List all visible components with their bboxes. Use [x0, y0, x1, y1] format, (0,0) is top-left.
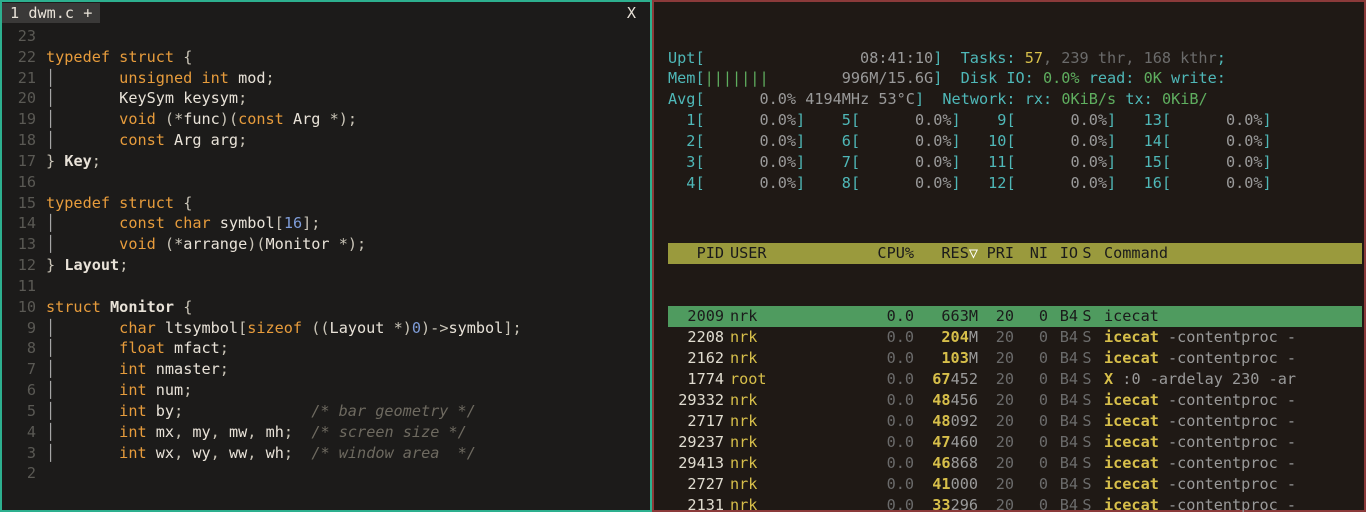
line-number: 19 [2, 109, 46, 130]
line-number: 12 [2, 255, 46, 276]
tab-index: 1 [10, 4, 19, 22]
code-line[interactable]: 9│ char ltsymbol[sizeof ((Layout *)0)->s… [2, 318, 650, 339]
code-text: } Key; [46, 151, 650, 172]
code-line[interactable]: 16 [2, 172, 650, 193]
proc-row[interactable]: 2208nrk0.0204M200B4Sicecat -contentproc … [668, 327, 1362, 348]
line-number: 8 [2, 338, 46, 359]
code-line[interactable]: 23 [2, 26, 650, 47]
line-number: 5 [2, 401, 46, 422]
code-line[interactable]: 5│ int by; /* bar geometry */ [2, 401, 650, 422]
proc-header[interactable]: PIDUSERCPU%RES▽PRINIIOSCommand [668, 243, 1362, 264]
line-number: 21 [2, 68, 46, 89]
proc-row[interactable]: 29237nrk0.047460200B4Sicecat -contentpro… [668, 432, 1362, 453]
tab-modified: + [83, 4, 92, 22]
code-text [46, 26, 650, 47]
code-text: │ float mfact; [46, 338, 650, 359]
proc-row[interactable]: 29332nrk0.048456200B4Sicecat -contentpro… [668, 390, 1362, 411]
code-line[interactable]: 19│ void (*func)(const Arg *); [2, 109, 650, 130]
code-line[interactable]: 7│ int nmaster; [2, 359, 650, 380]
code-text: typedef struct { [46, 47, 650, 68]
code-line[interactable]: 6│ int num; [2, 380, 650, 401]
code-text [46, 172, 650, 193]
code-text: typedef struct { [46, 193, 650, 214]
line-number: 17 [2, 151, 46, 172]
code-line[interactable]: 11 [2, 276, 650, 297]
editor-pane: 1 dwm.c + X 2322typedef struct {21│ unsi… [0, 0, 652, 512]
code-line[interactable]: 21│ unsigned int mod; [2, 68, 650, 89]
code-text: │ int num; [46, 380, 650, 401]
code-text: │ unsigned int mod; [46, 68, 650, 89]
proc-row[interactable]: 2162nrk0.0103M200B4Sicecat -contentproc … [668, 348, 1362, 369]
line-number: 15 [2, 193, 46, 214]
line-number: 22 [2, 47, 46, 68]
line-number: 9 [2, 318, 46, 339]
code-text: │ void (*arrange)(Monitor *); [46, 234, 650, 255]
line-number: 18 [2, 130, 46, 151]
code-line[interactable]: 13│ void (*arrange)(Monitor *); [2, 234, 650, 255]
proc-row[interactable]: 29413nrk0.046868200B4Sicecat -contentpro… [668, 453, 1362, 474]
code-line[interactable]: 4│ int mx, my, mw, mh; /* screen size */ [2, 422, 650, 443]
line-number: 16 [2, 172, 46, 193]
code-line[interactable]: 20│ KeySym keysym; [2, 88, 650, 109]
code-line[interactable]: 14│ const char symbol[16]; [2, 213, 650, 234]
proc-row[interactable]: 2009nrk0.0663M200B4Sicecat [668, 306, 1362, 327]
code-line[interactable]: 22typedef struct { [2, 47, 650, 68]
line-number: 7 [2, 359, 46, 380]
line-number: 11 [2, 276, 46, 297]
proc-row[interactable]: 2727nrk0.041000200B4Sicecat -contentproc… [668, 474, 1362, 495]
line-number: 4 [2, 422, 46, 443]
code-text: │ int nmaster; [46, 359, 650, 380]
line-number: 20 [2, 88, 46, 109]
code-text: } Layout; [46, 255, 650, 276]
meters: Upt[ 08:41:10] Tasks: 57, 239 thr, 168 k… [668, 48, 1362, 194]
code-text [46, 276, 650, 297]
line-number: 3 [2, 443, 46, 464]
proc-list[interactable]: 2009nrk0.0663M200B4Sicecat2208nrk0.0204M… [668, 306, 1362, 512]
close-icon[interactable]: X [627, 3, 636, 24]
proc-row[interactable]: 1774root0.067452200B4SX :0 -ardelay 230 … [668, 369, 1362, 390]
code-text: │ void (*func)(const Arg *); [46, 109, 650, 130]
tab-filename: dwm.c [28, 4, 74, 22]
code-text: │ int wx, wy, ww, wh; /* window area */ [46, 443, 650, 464]
code-line[interactable]: 15typedef struct { [2, 193, 650, 214]
line-number: 13 [2, 234, 46, 255]
code-text: │ const Arg arg; [46, 130, 650, 151]
code-line[interactable]: 8│ float mfact; [2, 338, 650, 359]
tab-file[interactable]: 1 dwm.c + [2, 3, 100, 24]
code-line[interactable]: 18│ const Arg arg; [2, 130, 650, 151]
proc-row[interactable]: 2131nrk0.033296200B4Sicecat -contentproc… [668, 495, 1362, 512]
htop-pane: Upt[ 08:41:10] Tasks: 57, 239 thr, 168 k… [652, 0, 1366, 512]
code-text: │ KeySym keysym; [46, 88, 650, 109]
proc-row[interactable]: 2717nrk0.048092200B4Sicecat -contentproc… [668, 411, 1362, 432]
code-text: struct Monitor { [46, 297, 650, 318]
code-area[interactable]: 2322typedef struct {21│ unsigned int mod… [2, 24, 650, 484]
code-line[interactable]: 12} Layout; [2, 255, 650, 276]
code-text: │ int by; /* bar geometry */ [46, 401, 650, 422]
line-number: 6 [2, 380, 46, 401]
line-number: 10 [2, 297, 46, 318]
code-line[interactable]: 2 [2, 463, 650, 484]
code-line[interactable]: 17} Key; [2, 151, 650, 172]
code-line[interactable]: 3│ int wx, wy, ww, wh; /* window area */ [2, 443, 650, 464]
line-number: 2 [2, 463, 46, 484]
code-line[interactable]: 10struct Monitor { [2, 297, 650, 318]
code-text: │ char ltsymbol[sizeof ((Layout *)0)->sy… [46, 318, 650, 339]
code-text: │ int mx, my, mw, mh; /* screen size */ [46, 422, 650, 443]
line-number: 23 [2, 26, 46, 47]
code-text [46, 463, 650, 484]
tab-bar: 1 dwm.c + X [2, 2, 650, 24]
code-text: │ const char symbol[16]; [46, 213, 650, 234]
line-number: 14 [2, 213, 46, 234]
